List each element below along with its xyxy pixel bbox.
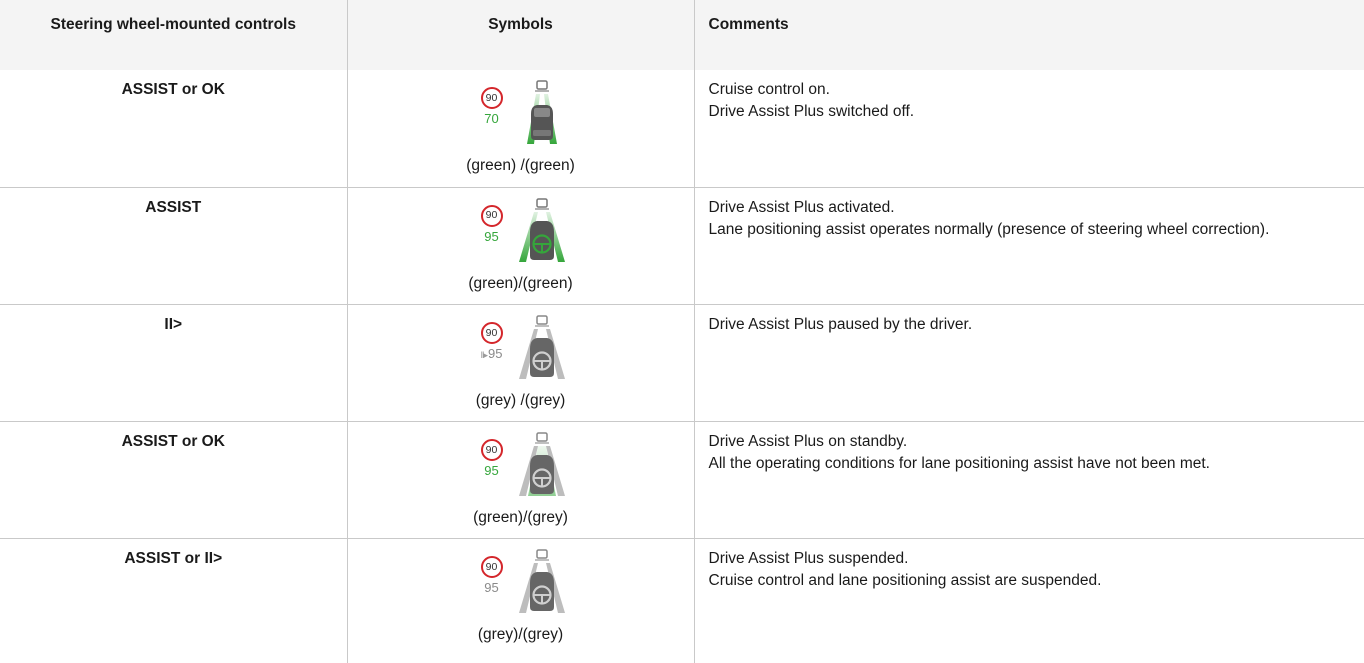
set-speed-value: 95	[484, 580, 499, 596]
set-speed-value: II▸95	[480, 345, 503, 361]
header-symbols: Symbols	[346, 0, 695, 70]
comment-line: All the operating conditions for lane po…	[708, 455, 1210, 473]
control-cell: ASSIST or OK	[0, 70, 348, 188]
speed-limit-sign-icon: 90	[480, 204, 503, 227]
control-cell: ASSIST or OK	[0, 421, 348, 540]
symbol-caption: (grey)/(grey)	[477, 626, 564, 644]
comment-line: Drive Assist Plus switched off.	[708, 103, 915, 120]
symbol-cell: 90 95	[346, 538, 695, 663]
pause-icon: II▸	[480, 349, 488, 360]
header-row: Steering wheel-mounted controls Symbols …	[0, 0, 1364, 70]
symbol-cell: 90 II▸95 (grey) /(grey)	[346, 303, 695, 423]
steering-wheel-lane-grey-icon	[517, 549, 567, 614]
table-row: II> 90 II▸95 (grey) /(grey) Drive Assist…	[0, 303, 1364, 423]
comment-cell: Drive Assist Plus suspended. Cruise cont…	[693, 538, 1364, 663]
comment-cell: Drive Assist Plus activated. Lane positi…	[693, 186, 1364, 305]
table-row: ASSIST or II> 90 95 (grey)/(grey) Drive …	[0, 538, 1364, 663]
speed-limit-sign-icon: 90	[480, 87, 503, 109]
comment-cell: Drive Assist Plus paused by the driver.	[693, 303, 1364, 423]
control-cell: II>	[0, 303, 348, 423]
control-cell: ASSIST or II>	[0, 538, 348, 663]
comment-line: Drive Assist Plus suspended.	[708, 550, 909, 568]
comment-line: Drive Assist Plus paused by the driver.	[708, 315, 973, 333]
speed-limit-sign-icon: 90	[480, 439, 503, 462]
symbol-caption: (grey) /(grey)	[475, 391, 566, 409]
symbol-caption: (green)/(green)	[468, 274, 573, 292]
symbol-caption: (green) /(green)	[466, 157, 575, 174]
speed-limit-sign-icon: 90	[480, 321, 503, 344]
car-lane-green-icon	[517, 80, 567, 144]
comment-line: Drive Assist Plus on standby.	[708, 433, 908, 451]
comment-line: Drive Assist Plus activated.	[708, 198, 895, 216]
comment-line: Cruise control and lane positioning assi…	[708, 572, 1102, 590]
symbol-cell: 90 70 (green) /(green)	[346, 70, 695, 188]
table-row: ASSIST 90 95 (green)/(green) Drive Assis…	[0, 186, 1364, 305]
header-comments: Comments	[693, 0, 1364, 70]
header-controls: Steering wheel-mounted controls	[0, 0, 348, 70]
comment-cell: Cruise control on. Drive Assist Plus swi…	[693, 70, 1364, 188]
steering-wheel-lane-grey-icon	[517, 315, 567, 379]
table-row: ASSIST or OK 90 95 (green)/(grey) Drive …	[0, 421, 1364, 540]
table-row: ASSIST or OK 90 70 (green) /(green) Crui…	[0, 70, 1364, 188]
comment-line: Cruise control on.	[708, 81, 830, 98]
comment-line: Lane positioning assist operates normall…	[708, 220, 1270, 238]
control-cell: ASSIST	[0, 186, 348, 305]
set-speed-value: 95	[484, 228, 499, 244]
symbol-caption: (green)/(grey)	[473, 509, 568, 527]
symbol-cell: 90 95	[346, 421, 695, 540]
symbol-cell: 90 95	[346, 186, 695, 305]
comment-cell: Drive Assist Plus on standby. All the op…	[693, 421, 1364, 540]
steering-wheel-lane-grey-icon	[517, 432, 567, 497]
speed-limit-sign-icon: 90	[480, 556, 503, 579]
set-speed-value: 70	[484, 111, 499, 126]
set-speed-value: 95	[484, 463, 499, 479]
steering-wheel-lane-green-icon	[517, 197, 567, 262]
drive-assist-table: Steering wheel-mounted controls Symbols …	[0, 0, 1364, 663]
